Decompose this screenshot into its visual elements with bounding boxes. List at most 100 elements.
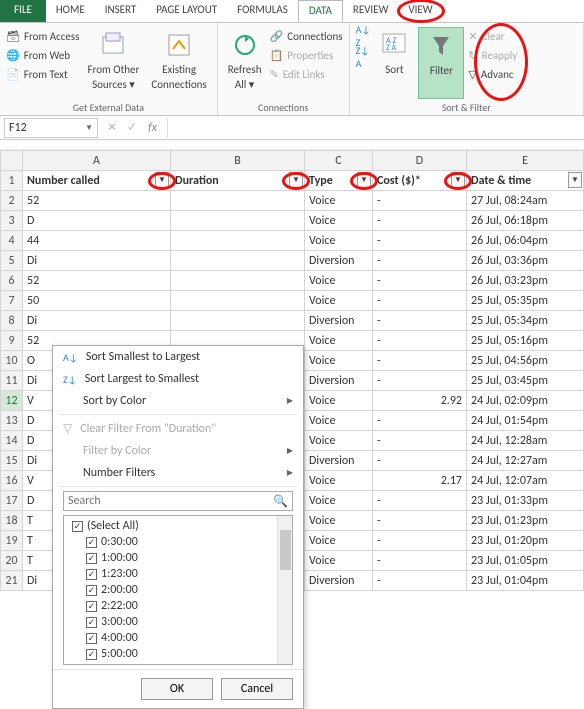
sort-by-color[interactable]: Sort by Color ▶ [53,390,303,412]
filter-dropdown-b[interactable]: ▼ [289,172,303,188]
header-duration[interactable]: Duration▼ [171,171,305,191]
cell-date-time[interactable]: 24 Jul, 12:28am [467,431,584,451]
cell-duration[interactable] [171,191,305,211]
col-header-a[interactable]: A [23,151,171,171]
scrollbar[interactable] [277,516,292,664]
from-other-sources-button[interactable]: From Other Sources ▾ [84,27,144,99]
header-type[interactable]: Type▼ [305,171,373,191]
cell-type[interactable]: Diversion [305,371,373,391]
cell-type[interactable]: Voice [305,531,373,551]
select-all-corner[interactable] [1,151,23,171]
cell-cost[interactable]: - [373,451,467,471]
checkbox-icon[interactable]: ✓ [72,521,83,532]
cell-date-time[interactable]: 23 Jul, 01:23pm [467,511,584,531]
filter-value-item[interactable]: ✓2:22:00 [68,598,288,614]
sort-button[interactable]: A ZZ A Sort [374,27,414,99]
tab-page-layout[interactable]: PAGE LAYOUT [146,0,227,22]
checkbox-icon[interactable]: ✓ [86,537,97,548]
filter-value-item[interactable]: ✓2:00:00 [68,582,288,598]
row-header[interactable]: 5 [1,251,23,271]
cell-cost[interactable]: - [373,331,467,351]
cell-number-called[interactable]: Di [23,251,171,271]
cell-date-time[interactable]: 26 Jul, 03:23pm [467,271,584,291]
cell-number-called[interactable]: Di [23,311,171,331]
cell-cost[interactable]: 2.17 [373,471,467,491]
cell-number-called[interactable]: 52 [23,271,171,291]
cell-cost[interactable]: - [373,191,467,211]
cell-number-called[interactable]: 52 [23,191,171,211]
cell-duration[interactable] [171,271,305,291]
row-header[interactable]: 14 [1,431,23,451]
cell-date-time[interactable]: 23 Jul, 01:04pm [467,571,584,591]
filter-value-list[interactable]: ✓(Select All)✓0:30:00✓1:00:00✓1:23:00✓2:… [63,515,293,665]
cell-cost[interactable]: - [373,351,467,371]
filter-search[interactable]: 🔍 [63,491,293,511]
checkbox-icon[interactable]: ✓ [86,585,97,596]
cell-type[interactable]: Voice [305,231,373,251]
cell-cost[interactable]: - [373,531,467,551]
cell-date-time[interactable]: 25 Jul, 05:16pm [467,331,584,351]
checkbox-icon[interactable]: ✓ [86,569,97,580]
cell-date-time[interactable]: 25 Jul, 05:34pm [467,311,584,331]
cell-duration[interactable] [171,231,305,251]
scrollbar-thumb[interactable] [280,530,291,570]
reapply-button[interactable]: ↻Reapply [468,46,517,64]
edit-links-button[interactable]: ✎Edit Links [270,65,343,83]
clear-filter-button[interactable]: ✕Clear [468,27,517,45]
tab-file[interactable]: FILE [0,0,46,22]
cell-type[interactable]: Voice [305,511,373,531]
filter-dropdown-d[interactable]: ▼ [451,172,465,188]
properties-button[interactable]: 📋Properties [270,46,343,64]
filter-search-input[interactable] [68,494,273,508]
cell-type[interactable]: Voice [305,391,373,411]
filter-button[interactable]: Filter [418,27,464,99]
row-header[interactable]: 18 [1,511,23,531]
cell-date-time[interactable]: 25 Jul, 04:56pm [467,351,584,371]
cell-cost[interactable]: 2.92 [373,391,467,411]
cell-date-time[interactable]: 23 Jul, 01:20pm [467,531,584,551]
cell-cost[interactable]: - [373,311,467,331]
checkbox-icon[interactable]: ✓ [86,665,97,666]
cell-number-called[interactable]: 50 [23,291,171,311]
cell-cost[interactable]: - [373,211,467,231]
cell-date-time[interactable]: 27 Jul, 08:24am [467,191,584,211]
tab-review[interactable]: REVIEW [343,0,399,22]
row-header[interactable]: 6 [1,271,23,291]
cell-type[interactable]: Diversion [305,451,373,471]
row-header[interactable]: 11 [1,371,23,391]
filter-value-item[interactable]: ✓1:00:00 [68,550,288,566]
col-header-b[interactable]: B [171,151,305,171]
cell-type[interactable]: Voice [305,431,373,451]
advanced-filter-button[interactable]: ▽Advanc [468,65,517,83]
col-header-c[interactable]: C [305,151,373,171]
cell-type[interactable]: Voice [305,551,373,571]
cell-date-time[interactable]: 23 Jul, 01:33pm [467,491,584,511]
row-header[interactable]: 12 [1,391,23,411]
cell-date-time[interactable]: 26 Jul, 06:18pm [467,211,584,231]
checkbox-icon[interactable]: ✓ [86,617,97,628]
sort-smallest-largest[interactable]: A↓ Sort Smallest to Largest [53,346,303,368]
cell-duration[interactable] [171,211,305,231]
cell-date-time[interactable]: 26 Jul, 06:04pm [467,231,584,251]
cell-cost[interactable]: - [373,431,467,451]
row-header[interactable]: 19 [1,531,23,551]
cell-type[interactable]: Voice [305,271,373,291]
refresh-all-button[interactable]: Refresh All ▾ [224,27,266,99]
cell-type[interactable]: Diversion [305,571,373,591]
cell-type[interactable]: Voice [305,291,373,311]
row-header[interactable]: 1 [1,171,23,191]
cell-date-time[interactable]: 26 Jul, 03:36pm [467,251,584,271]
cell-type[interactable]: Diversion [305,251,373,271]
row-header[interactable]: 3 [1,211,23,231]
cell-duration[interactable] [171,251,305,271]
cell-cost[interactable]: - [373,371,467,391]
cell-cost[interactable]: - [373,571,467,591]
cell-type[interactable]: Voice [305,191,373,211]
filter-dropdown-e[interactable]: ▼ [568,172,582,188]
row-header[interactable]: 4 [1,231,23,251]
cell-number-called[interactable]: D [23,211,171,231]
tab-insert[interactable]: INSERT [95,0,147,22]
checkbox-icon[interactable]: ✓ [86,553,97,564]
tab-data[interactable]: DATA [298,0,343,22]
col-header-e[interactable]: E [467,151,584,171]
